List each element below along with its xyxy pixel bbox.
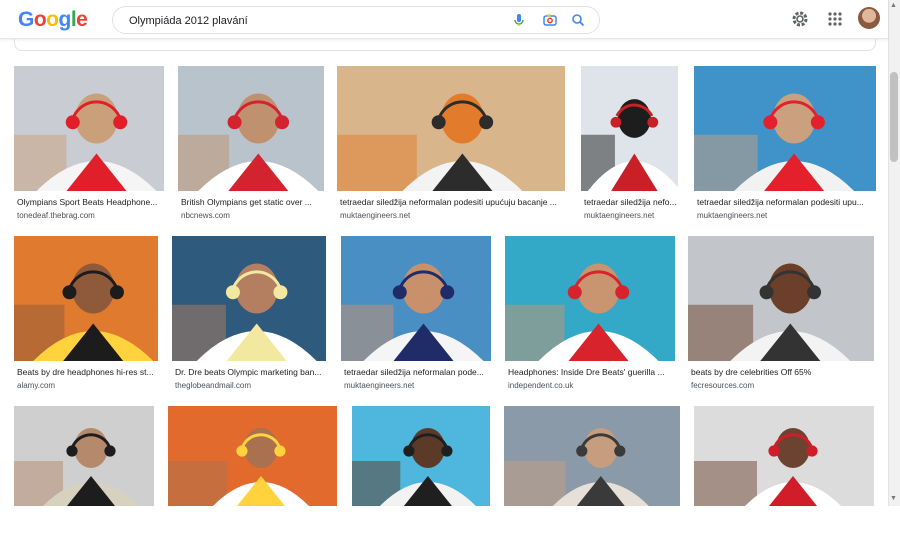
image-result[interactable]: [352, 406, 490, 542]
result-thumbnail[interactable]: [14, 236, 158, 361]
image-result[interactable]: Dr. Dre beats Olympic marketing ban... th…: [172, 236, 326, 397]
scroll-up-arrow[interactable]: ▲: [890, 2, 897, 9]
result-title[interactable]: Dr. Dre beats Olympic marketing ban...: [175, 367, 325, 377]
result-title[interactable]: British Olympians get static over ...: [181, 197, 323, 207]
result-thumbnail[interactable]: [352, 406, 490, 506]
result-thumbnail[interactable]: [341, 236, 491, 361]
image-result[interactable]: tetraedar siledžija neformalan pode... mu…: [341, 236, 491, 397]
result-thumbnail[interactable]: [172, 236, 326, 361]
result-source: muktaengineers.net: [340, 211, 411, 220]
result-source: tonedeaf.thebrag.com: [17, 211, 95, 220]
image-result[interactable]: [168, 406, 337, 542]
result-thumbnail[interactable]: [337, 66, 565, 191]
image-result[interactable]: beats by dre celebrities Off 65% fecresou…: [688, 236, 874, 397]
result-title[interactable]: Headphones: Inside Dre Beats' guerilla .…: [508, 367, 674, 377]
image-result[interactable]: [694, 406, 874, 542]
result-title[interactable]: Olympians Sport Beats Headphone...: [17, 197, 163, 207]
result-source: independent.co.uk: [508, 381, 574, 390]
image-result[interactable]: Beats by dre headphones hi-res st... alam…: [14, 236, 158, 397]
result-title[interactable]: tetraedar siledžija neformalan podesiti …: [697, 197, 875, 207]
result-source: theglobeandmail.com: [175, 381, 252, 390]
result-title[interactable]: tetraedar siledžija nefo...: [584, 197, 677, 207]
scrollbar-thumb[interactable]: [890, 72, 898, 162]
result-source: muktaengineers.net: [584, 211, 655, 220]
result-thumbnail[interactable]: [168, 406, 337, 506]
result-source: muktaengineers.net: [697, 211, 768, 220]
image-result[interactable]: tetraedar siledžija neformalan podesiti …: [694, 66, 876, 227]
top-bar: Google: [0, 0, 888, 39]
image-result[interactable]: [504, 406, 680, 542]
logo-letter: o: [33, 8, 47, 31]
search-box: [112, 6, 600, 34]
image-result[interactable]: Olympians Sport Beats Headphone... tonede…: [14, 66, 164, 227]
result-title[interactable]: Beats by dre headphones hi-res st...: [17, 367, 157, 377]
image-result[interactable]: tetraedar siledžija nefo... muktaengineer…: [581, 66, 678, 227]
result-source: nbcnews.com: [181, 211, 230, 220]
image-result[interactable]: tetraedar siledžija neformalan podesiti …: [337, 66, 565, 227]
logo-letter: e: [76, 8, 88, 31]
result-thumbnail[interactable]: [14, 66, 164, 191]
result-thumbnail[interactable]: [505, 236, 675, 361]
camera-icon[interactable]: [542, 12, 558, 28]
logo-letter: o: [46, 8, 59, 31]
result-thumbnail[interactable]: [694, 66, 876, 191]
search-icon[interactable]: [570, 12, 586, 28]
image-result[interactable]: British Olympians get static over ... nbc…: [178, 66, 324, 227]
scroll-down-arrow[interactable]: ▼: [890, 495, 897, 502]
result-thumbnail[interactable]: [504, 406, 680, 506]
google-logo[interactable]: Google: [18, 8, 88, 32]
result-title[interactable]: beats by dre celebrities Off 65%: [691, 367, 873, 377]
result-thumbnail[interactable]: [694, 406, 874, 506]
result-thumbnail[interactable]: [688, 236, 874, 361]
search-input[interactable]: [127, 11, 501, 31]
apps-grid-icon[interactable]: [825, 9, 845, 29]
logo-letter: g: [58, 8, 72, 31]
result-source: alamy.com: [17, 381, 56, 390]
result-thumbnail[interactable]: [14, 406, 154, 506]
result-source: muktaengineers.net: [344, 381, 415, 390]
result-thumbnail[interactable]: [581, 66, 678, 191]
account-avatar[interactable]: [858, 7, 880, 29]
logo-letter: G: [18, 8, 34, 31]
result-thumbnail[interactable]: [178, 66, 324, 191]
result-title[interactable]: tetraedar siledžija neformalan podesiti …: [340, 197, 564, 207]
image-result[interactable]: Headphones: Inside Dre Beats' guerilla .…: [505, 236, 675, 397]
result-source: fecresources.com: [691, 381, 755, 390]
image-result[interactable]: [14, 406, 154, 542]
result-title[interactable]: tetraedar siledžija neformalan pode...: [344, 367, 490, 377]
microphone-icon[interactable]: [511, 12, 527, 28]
gear-icon[interactable]: [790, 9, 810, 29]
